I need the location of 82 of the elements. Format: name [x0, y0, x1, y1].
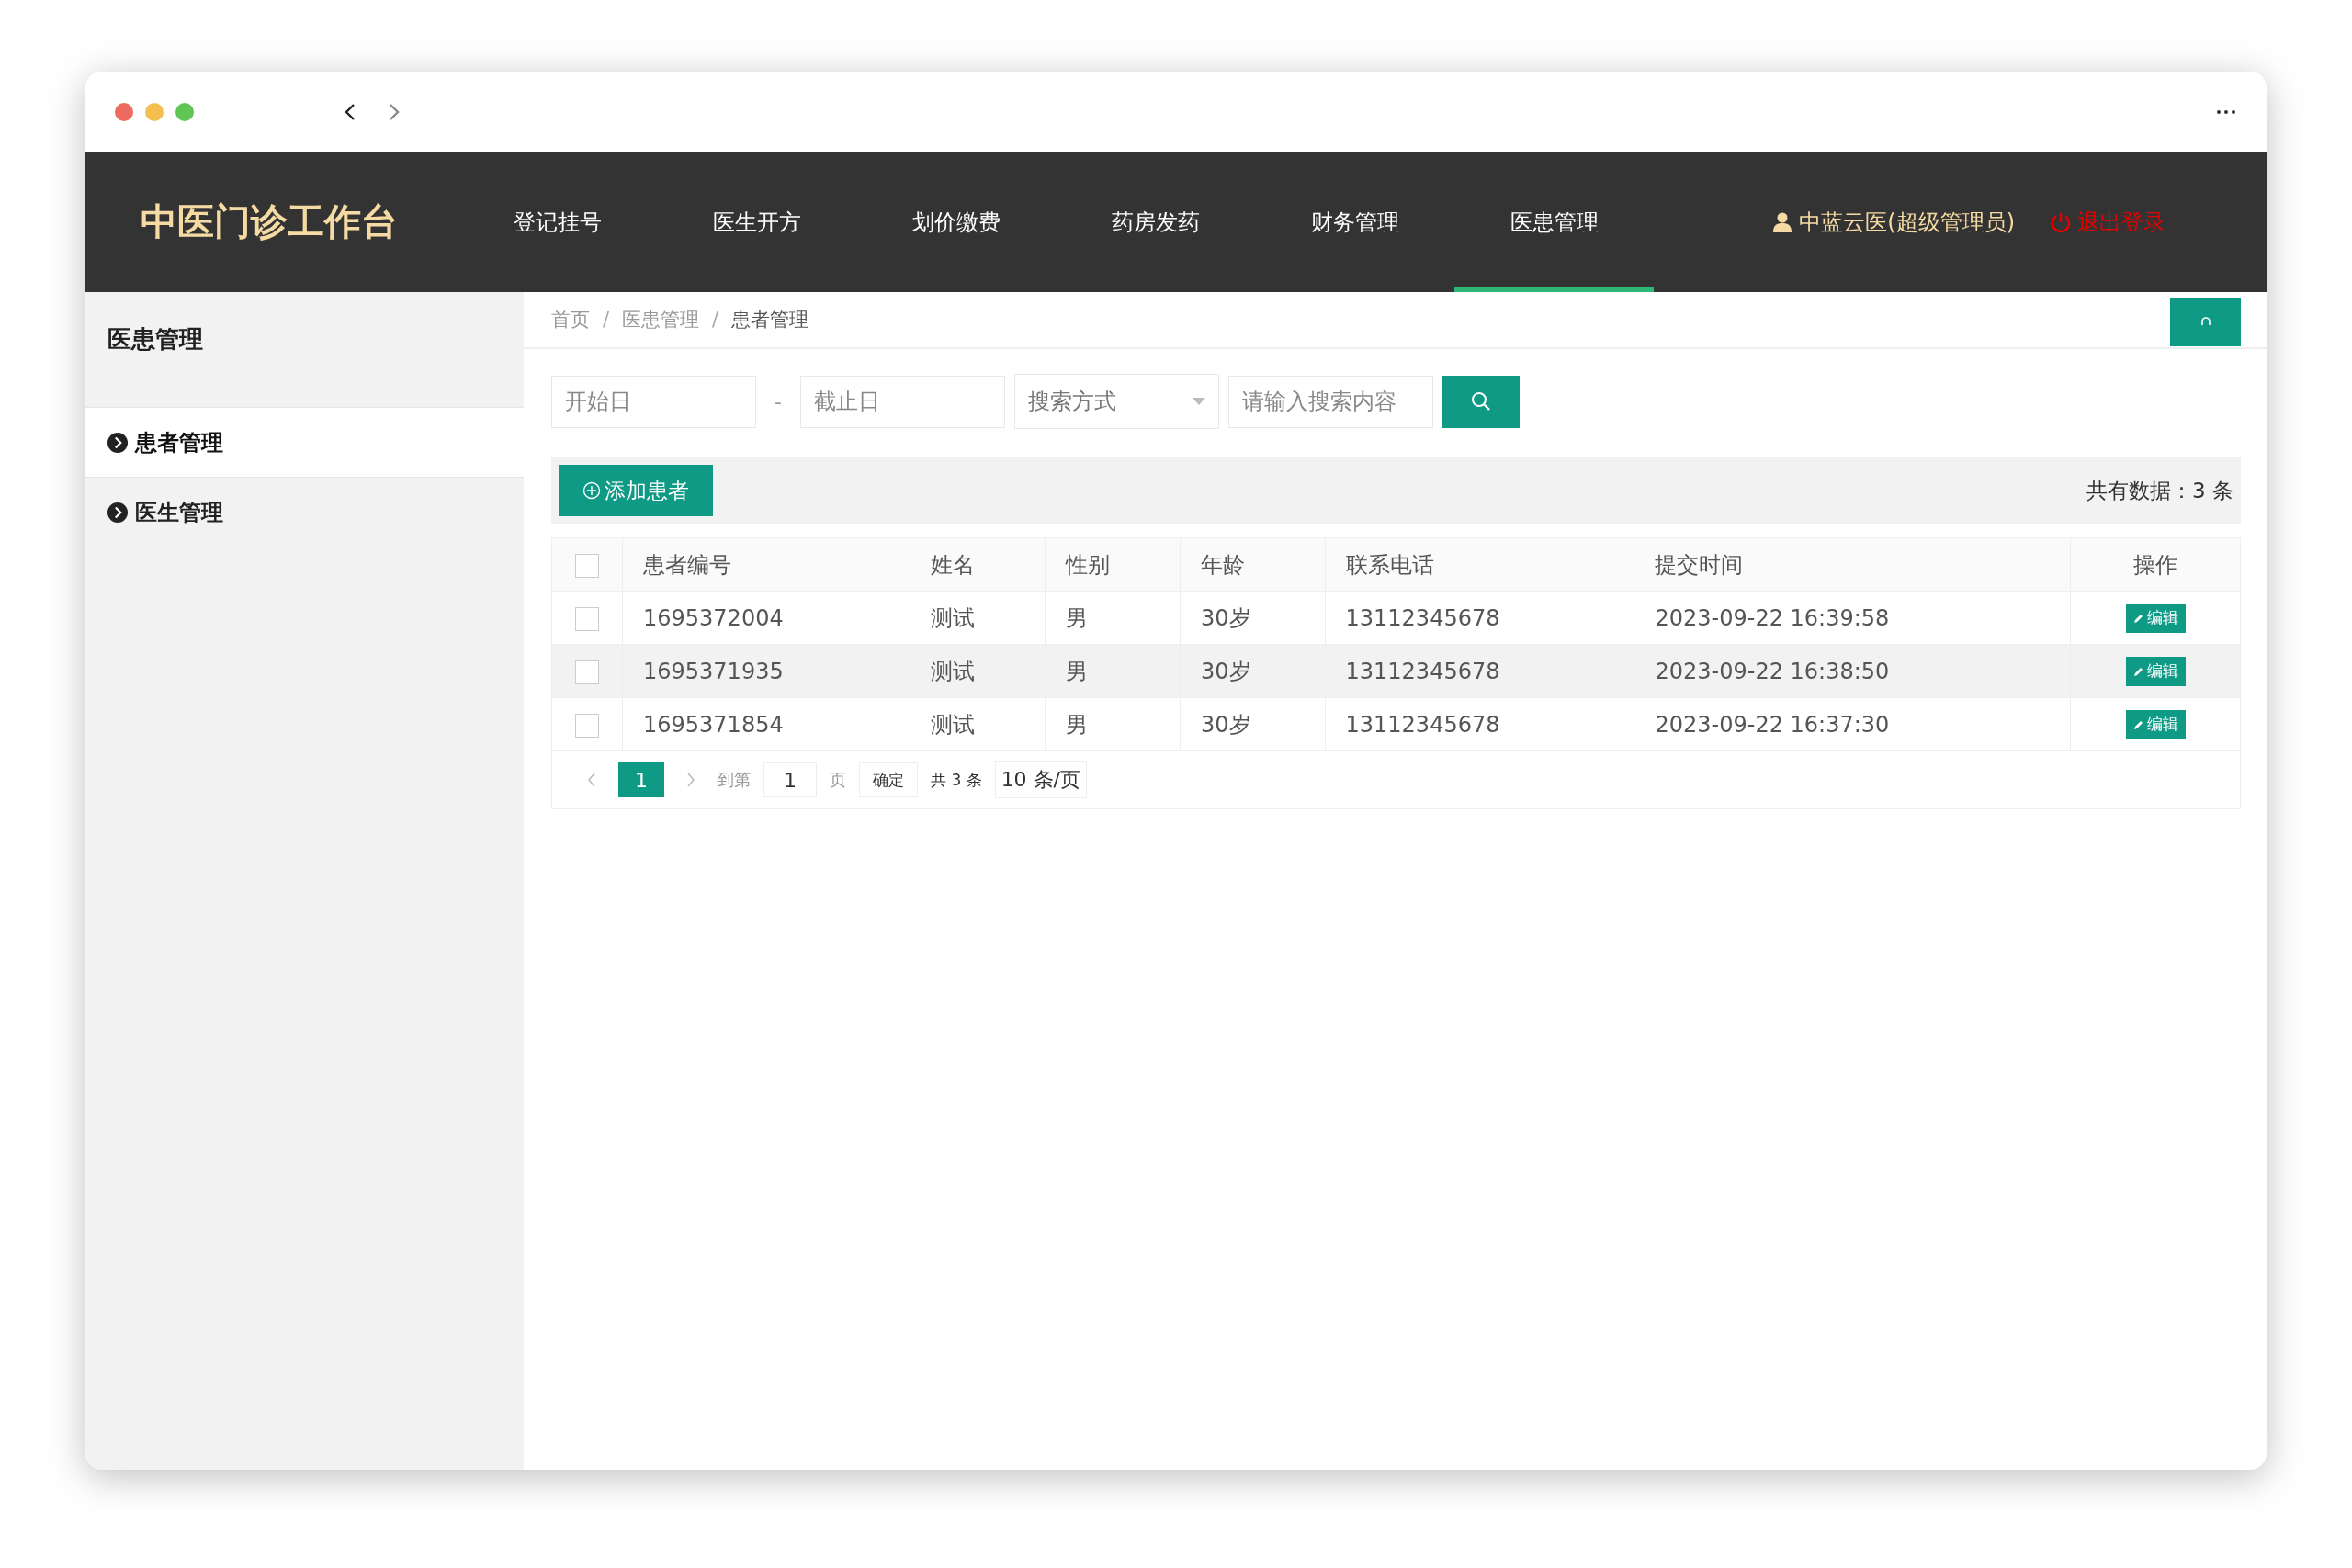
- nav-tab[interactable]: 医生开方: [657, 152, 856, 292]
- user-icon: [1773, 211, 1792, 232]
- table-cell: 2023-09-22 16:39:58: [1634, 591, 2071, 645]
- row-checkbox[interactable]: [575, 606, 599, 631]
- plus-circle-icon: [582, 481, 601, 500]
- minimize-dot[interactable]: [145, 102, 164, 121]
- table-row[interactable]: 1695372004 测试 男 30岁 13112345678 2023-09-22 16:39:58 编辑: [552, 591, 2240, 645]
- forward-icon[interactable]: [389, 102, 400, 121]
- date-separator: -: [774, 389, 783, 413]
- power-icon: [2050, 210, 2072, 233]
- table-cell: 男: [1045, 591, 1181, 645]
- column-header: 操作: [2070, 538, 2240, 592]
- search-button[interactable]: [1442, 375, 1520, 428]
- column-header: 性别: [1045, 538, 1181, 592]
- column-header: 患者编号: [622, 538, 910, 592]
- column-header: 姓名: [910, 538, 1046, 592]
- table-row[interactable]: 1695371854 测试 男 30岁 13112345678 2023-09-22 16:37:30 编辑: [552, 697, 2240, 751]
- add-patient-button[interactable]: 添加患者: [559, 465, 713, 516]
- chevron-circle-icon: [107, 432, 128, 453]
- start-date-field[interactable]: 开始日: [551, 375, 756, 428]
- confirm-button[interactable]: 确定: [859, 762, 918, 797]
- maximize-dot[interactable]: [175, 102, 194, 121]
- end-date-field[interactable]: 截止日: [800, 375, 1005, 428]
- search-field[interactable]: 请输入搜索内容: [1228, 375, 1433, 428]
- table-cell: 测试: [910, 644, 1046, 698]
- search-mode-dropdown[interactable]: 搜索方式: [1014, 374, 1219, 429]
- breadcrumb-current: 患者管理: [731, 308, 809, 333]
- page-total: 共 3 条: [931, 769, 982, 791]
- nav-tab[interactable]: 医患管理: [1454, 152, 1654, 292]
- caret-icon: [1193, 398, 1205, 405]
- table-cell: 13112345678: [1325, 697, 1634, 751]
- select-all-checkbox[interactable]: [575, 553, 599, 578]
- table-cell: 13112345678: [1325, 644, 1634, 698]
- sidebar-title: 医患管理: [107, 324, 204, 355]
- next-page-icon[interactable]: [686, 772, 695, 788]
- nav-tab[interactable]: 药房发药: [1056, 152, 1255, 292]
- pencil-icon: [2132, 665, 2144, 677]
- table-cell: 30岁: [1180, 644, 1325, 698]
- chevron-circle-icon: [107, 502, 128, 523]
- table-cell: 30岁: [1180, 591, 1325, 645]
- column-header: 提交时间: [1634, 538, 2071, 592]
- pencil-icon: [2132, 612, 2144, 624]
- nav-tab[interactable]: 财务管理: [1255, 152, 1454, 292]
- page-size-select[interactable]: 10 条/页: [994, 761, 1088, 798]
- edit-button[interactable]: 编辑: [2125, 603, 2186, 633]
- breadcrumb-separator: /: [712, 309, 719, 331]
- page-unit-label: 页: [830, 769, 846, 791]
- user-name: 中蓝云医(超级管理员): [1799, 208, 2015, 237]
- table-cell: 2023-09-22 16:38:50: [1634, 644, 2071, 698]
- nav-tab[interactable]: 登记挂号: [458, 152, 657, 292]
- total-count: 共有数据：3 条: [2086, 477, 2233, 504]
- table-row[interactable]: 1695371935 测试 男 30岁 13112345678 2023-09-22 16:38:50 编辑: [552, 644, 2240, 698]
- sidebar-item[interactable]: 患者管理: [85, 407, 524, 478]
- nav-tab[interactable]: 划价缴费: [856, 152, 1056, 292]
- table-cell: 30岁: [1180, 697, 1325, 751]
- edit-button[interactable]: 编辑: [2125, 709, 2186, 739]
- table-cell: 测试: [910, 697, 1046, 751]
- back-icon[interactable]: [345, 102, 356, 121]
- table-cell: 1695371854: [622, 697, 910, 751]
- table-cell: 男: [1045, 644, 1181, 698]
- previous-page-icon[interactable]: [587, 772, 596, 788]
- page-input[interactable]: 1: [763, 762, 817, 797]
- table-cell: 1695371935: [622, 644, 910, 698]
- breadcrumb-separator: /: [603, 309, 610, 331]
- table-cell: 测试: [910, 591, 1046, 645]
- page-number[interactable]: 1: [618, 762, 664, 797]
- more-icon[interactable]: [2217, 109, 2235, 114]
- app-title: 中医门诊工作台: [140, 199, 399, 244]
- pencil-icon: [2132, 718, 2144, 730]
- goto-label: 到第: [718, 769, 751, 791]
- refresh-button[interactable]: [2170, 298, 2241, 346]
- column-header: 年龄: [1180, 538, 1325, 592]
- table-cell: 13112345678: [1325, 591, 1634, 645]
- edit-button[interactable]: 编辑: [2125, 656, 2186, 686]
- column-header: 联系电话: [1325, 538, 1634, 592]
- row-checkbox[interactable]: [575, 713, 599, 738]
- table-cell: 男: [1045, 697, 1181, 751]
- table-cell: 2023-09-22 16:37:30: [1634, 697, 2071, 751]
- search-icon: [1471, 391, 1491, 412]
- close-dot[interactable]: [115, 102, 133, 121]
- table-cell: 1695372004: [622, 591, 910, 645]
- row-checkbox[interactable]: [575, 660, 599, 684]
